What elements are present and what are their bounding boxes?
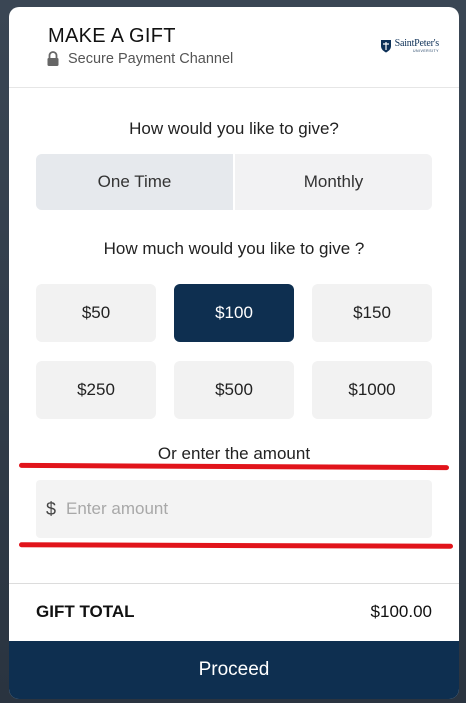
proceed-button[interactable]: Proceed [9,641,459,699]
amount-option-150[interactable]: $150 [312,284,432,342]
logo-subtitle: UNIVERSITY [412,49,439,53]
secure-channel-text: Secure Payment Channel [68,51,234,67]
shield-icon [380,39,392,53]
custom-amount-field[interactable]: $ [36,480,432,538]
amount-input[interactable] [66,499,432,519]
university-logo: SaintPeter's UNIVERSITY [380,39,439,54]
gift-total-value: $100.00 [370,602,432,621]
secure-channel-note: Secure Payment Channel [46,50,233,68]
frequency-question: How would you like to give? [129,119,339,138]
amount-option-1000[interactable]: $1000 [312,361,432,419]
gift-total-label: GIFT TOTAL [36,602,135,621]
modal-header: MAKE A GIFT Secure Payment Channel Saint… [9,7,459,88]
currency-symbol: $ [46,498,57,519]
modal-title: MAKE A GIFT [48,25,176,47]
amount-option-250[interactable]: $250 [36,361,156,419]
amount-option-100[interactable]: $100 [174,284,294,342]
amount-option-50[interactable]: $50 [36,284,156,342]
amount-option-500[interactable]: $500 [174,361,294,419]
monthly-option[interactable]: Monthly [235,154,432,210]
logo-name: SaintPeter's [394,38,440,49]
one-time-option[interactable]: One Time [36,154,233,210]
amount-grid: $50 $100 $150 $250 $500 $1000 [36,284,432,419]
custom-amount-label: Or enter the amount [157,444,311,463]
amount-question: How much would you like to give ? [103,239,365,258]
gift-modal: MAKE A GIFT Secure Payment Channel Saint… [9,7,459,699]
lock-icon [46,51,60,67]
frequency-toggle: One Time Monthly [36,154,432,210]
total-divider [9,583,459,584]
